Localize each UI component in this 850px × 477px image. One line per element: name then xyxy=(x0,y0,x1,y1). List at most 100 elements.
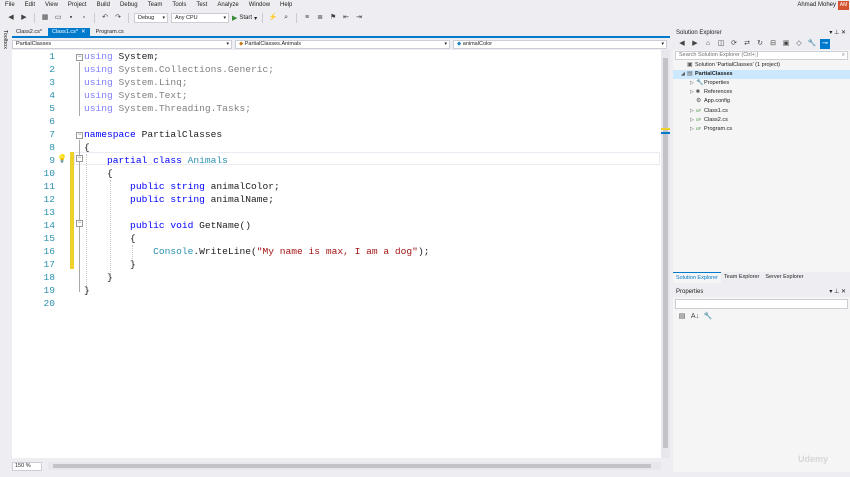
user-name[interactable]: Ahmad Mohey xyxy=(797,0,836,11)
code-line[interactable]: 1 using System; xyxy=(12,50,661,63)
new-project-icon[interactable]: ▦ xyxy=(40,13,50,23)
code-line[interactable]: 8{ xyxy=(12,141,661,154)
scrollbar-thumb[interactable] xyxy=(53,464,651,468)
code-line[interactable]: 18 } xyxy=(12,271,661,284)
menu-view[interactable]: View xyxy=(40,0,63,11)
menu-project[interactable]: Project xyxy=(63,0,92,11)
tree-item[interactable]: ▷ ■ References xyxy=(673,88,850,97)
code-line[interactable]: 17 } xyxy=(12,258,661,271)
tree-item[interactable]: ▷ c# Class2.cs xyxy=(673,115,850,124)
platform-dropdown[interactable]: Any CPU ▾ xyxy=(171,13,229,23)
tree-item[interactable]: ▷ c# Program.cs xyxy=(673,124,850,133)
code-line[interactable]: 5 using System.Threading.Tasks; xyxy=(12,102,661,115)
code-line[interactable]: 2 using System.Collections.Generic; xyxy=(12,63,661,76)
editor-vertical-scrollbar[interactable] xyxy=(661,50,670,458)
menu-build[interactable]: Build xyxy=(92,0,115,11)
menu-team[interactable]: Team xyxy=(143,0,168,11)
menu-tools[interactable]: Tools xyxy=(167,0,191,11)
explorer-tab[interactable]: Server Explorer xyxy=(762,272,806,283)
menu-edit[interactable]: Edit xyxy=(20,0,40,11)
bookmark-icon[interactable]: ⚑ xyxy=(328,13,338,23)
refresh-icon[interactable]: ↻ xyxy=(755,39,765,49)
type-dropdown[interactable]: ◆ PartialClasses.Animals ▾ xyxy=(235,40,450,49)
document-tab[interactable]: Class2.cs* xyxy=(12,28,46,36)
categorized-icon[interactable]: ▤ xyxy=(677,312,687,322)
show-all-files-icon[interactable]: ▣ xyxy=(781,39,791,49)
pending-changes-icon[interactable]: ⟳ xyxy=(729,39,739,49)
code-line[interactable]: 16 Console.WriteLine("My name is max, I … xyxy=(12,245,661,258)
code-line[interactable]: 6 xyxy=(12,115,661,128)
code-line[interactable]: 11 public string animalColor; xyxy=(12,180,661,193)
properties-icon[interactable]: 🔧 xyxy=(807,39,817,49)
menu-debug[interactable]: Debug xyxy=(115,0,143,11)
toolbox-label[interactable]: Toolbox xyxy=(2,30,8,49)
back-icon[interactable]: ◀ xyxy=(677,39,687,49)
solution-explorer-search[interactable]: Search Solution Explorer (Ctrl+;) ⌕ xyxy=(675,51,848,60)
tree-item[interactable]: ▷ c# Class1.cs xyxy=(673,106,850,115)
project-dropdown[interactable]: PartialClasses ▾ xyxy=(12,40,232,49)
switch-views-icon[interactable]: ◫ xyxy=(716,39,726,49)
code-line[interactable]: 14 public void GetName() xyxy=(12,219,661,232)
preview-icon[interactable]: ⊸ xyxy=(820,39,830,49)
code-line[interactable]: 10 { xyxy=(12,167,661,180)
tree-item[interactable]: ◢ ▤ PartialClasses xyxy=(673,70,850,79)
document-tab[interactable]: Program.cs xyxy=(92,28,128,36)
navigate-forward-icon[interactable]: ▶ xyxy=(19,13,29,23)
code-line[interactable]: 20 xyxy=(12,297,661,310)
view-code-icon[interactable]: ◇ xyxy=(794,39,804,49)
redo-icon[interactable]: ↷ xyxy=(113,13,123,23)
collapse-all-icon[interactable]: ⊟ xyxy=(768,39,778,49)
forward-icon[interactable]: ▶ xyxy=(690,39,700,49)
home-icon[interactable]: ⌂ xyxy=(703,39,713,49)
chevron-down-icon: ▾ xyxy=(226,41,229,47)
pin-icon[interactable]: ▾ ⊥ ✕ xyxy=(829,287,846,297)
prev-bookmark-icon[interactable]: ⇤ xyxy=(341,13,351,23)
comment-icon[interactable]: ≡ xyxy=(302,13,312,23)
uncomment-icon[interactable]: ≣ xyxy=(315,13,325,23)
code-line[interactable]: 7 namespace PartialClasses xyxy=(12,128,661,141)
member-dropdown[interactable]: ◆ animalColor ▾ xyxy=(453,40,667,49)
code-line[interactable]: 4 using System.Text; xyxy=(12,89,661,102)
code-editor[interactable]: 💡 − − − − 1 using System; 2 using System.Co… xyxy=(12,50,661,458)
code-line[interactable]: 15 { xyxy=(12,232,661,245)
solution-config-dropdown[interactable]: Debug ▾ xyxy=(134,13,168,23)
navigate-back-icon[interactable]: ◀ xyxy=(6,13,16,23)
document-tab[interactable]: Class1.cs* ✕ xyxy=(47,28,90,36)
code-line[interactable]: 12 public string animalName; xyxy=(12,193,661,206)
browser-link-icon[interactable]: ⚡ xyxy=(268,13,278,23)
next-bookmark-icon[interactable]: ⇥ xyxy=(354,13,364,23)
save-all-icon[interactable]: ▫ xyxy=(79,13,89,23)
menu-help[interactable]: Help xyxy=(275,0,297,11)
search-icon[interactable]: ⌕ xyxy=(842,52,845,59)
avatar[interactable]: AM xyxy=(838,1,849,10)
open-file-icon[interactable]: ▭ xyxy=(53,13,63,23)
find-icon[interactable]: ⌕ xyxy=(281,13,291,23)
sync-icon[interactable]: ⇄ xyxy=(742,39,752,49)
menu-analyze[interactable]: Analyze xyxy=(212,0,243,11)
properties-object-dropdown[interactable] xyxy=(675,299,848,309)
menu-window[interactable]: Window xyxy=(244,0,275,11)
menu-test[interactable]: Test xyxy=(191,0,212,11)
pin-icon[interactable]: ▾ ⊥ ✕ xyxy=(829,28,846,38)
save-icon[interactable]: ▪ xyxy=(66,13,76,23)
code-line[interactable]: 9 partial class Animals xyxy=(12,154,661,167)
toolbox-strip[interactable]: Toolbox xyxy=(0,26,11,477)
code-text: { xyxy=(84,167,113,180)
zoom-dropdown[interactable]: 150 % xyxy=(12,462,42,471)
explorer-tab[interactable]: Solution Explorer xyxy=(673,272,721,283)
explorer-tab[interactable]: Team Explorer xyxy=(721,272,762,283)
tree-item[interactable]: ▷ 🔧Properties xyxy=(673,79,850,88)
code-line[interactable]: 13 xyxy=(12,206,661,219)
undo-icon[interactable]: ↶ xyxy=(100,13,110,23)
tree-item[interactable]: ▣ Solution 'PartialClasses' (1 project) xyxy=(673,61,850,70)
menu-file[interactable]: File xyxy=(0,0,20,11)
start-button[interactable]: ▶ Start ▾ xyxy=(232,14,257,22)
alphabetical-icon[interactable]: A↓ xyxy=(690,312,700,322)
tree-item[interactable]: ⚙ App.config xyxy=(673,97,850,106)
property-pages-icon[interactable]: 🔧 xyxy=(703,312,713,322)
code-line[interactable]: 19} xyxy=(12,284,661,297)
scrollbar-thumb[interactable] xyxy=(663,58,668,448)
editor-horizontal-scrollbar[interactable] xyxy=(48,462,661,470)
close-icon[interactable]: ✕ xyxy=(81,29,86,35)
code-line[interactable]: 3 using System.Linq; xyxy=(12,76,661,89)
